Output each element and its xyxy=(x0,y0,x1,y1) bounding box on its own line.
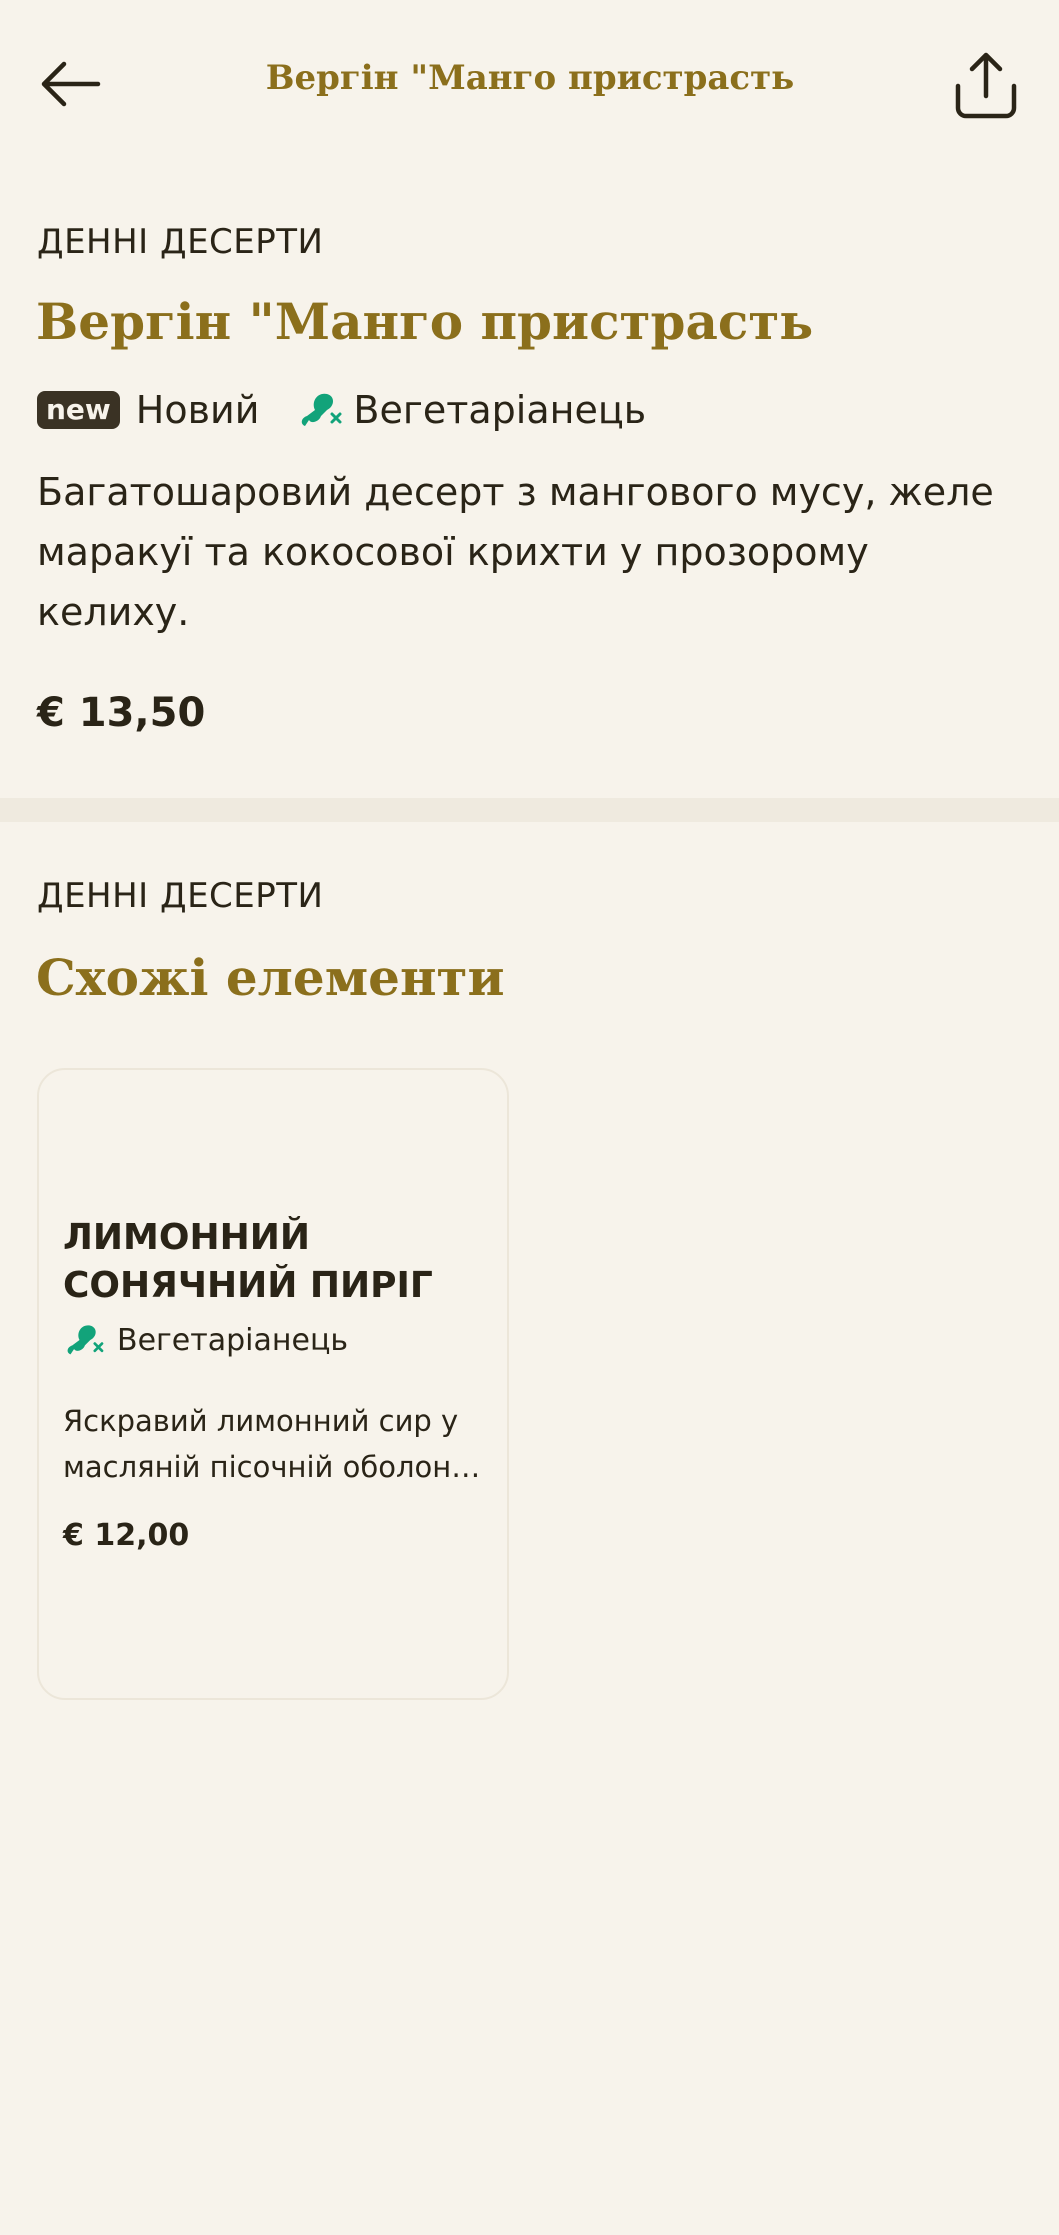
related-item-name: ЛИМОННИЙ СОНЯЧНИЙ ПИРІГ xyxy=(63,1217,433,1306)
header-title: Вергін "Манго пристрасть xyxy=(265,58,795,98)
item-category: ДЕННІ ДЕСЕРТИ xyxy=(37,222,324,262)
related-title: Схожі елементи xyxy=(36,948,505,1007)
new-tag-label: Новий xyxy=(135,388,260,432)
section-divider xyxy=(0,798,1059,822)
related-item-tag-label: Вегетаріанець xyxy=(117,1322,349,1358)
item-title: Вергін "Манго пристрасть xyxy=(36,292,814,351)
vegetarian-tag-label: Вегетаріанець xyxy=(353,388,647,432)
related-item-description-line: Яскравий лимонний сир у xyxy=(63,1404,459,1438)
share-button[interactable] xyxy=(950,50,1022,122)
vegetarian-icon xyxy=(67,1325,104,1355)
item-description: Багатошаровий десерт з мангового мусу, ж… xyxy=(37,470,994,634)
related-item-description-line: масляній пісочній оболонц... xyxy=(63,1450,495,1484)
new-badge: new xyxy=(37,391,120,429)
back-button[interactable] xyxy=(36,52,108,124)
related-item-tag: Вегетаріанець xyxy=(63,1322,348,1358)
related-item-description: Яскравий лимонний сир у масляній пісочні… xyxy=(63,1398,495,1490)
related-item-card[interactable]: ЛИМОННИЙ СОНЯЧНИЙ ПИРІГ Вегетаріанець Яс… xyxy=(37,1068,509,1700)
item-price: € 13,50 xyxy=(37,690,206,736)
top-bar: Вергін "Манго пристрасть xyxy=(0,0,1059,170)
related-category: ДЕННІ ДЕСЕРТИ xyxy=(37,876,324,916)
share-icon xyxy=(955,52,1017,119)
vegetarian-icon xyxy=(302,393,342,426)
item-tags: new Новий Вегетаріанець xyxy=(37,384,646,436)
related-item-price: € 12,00 xyxy=(63,1518,190,1553)
arrow-left-icon xyxy=(41,61,101,107)
